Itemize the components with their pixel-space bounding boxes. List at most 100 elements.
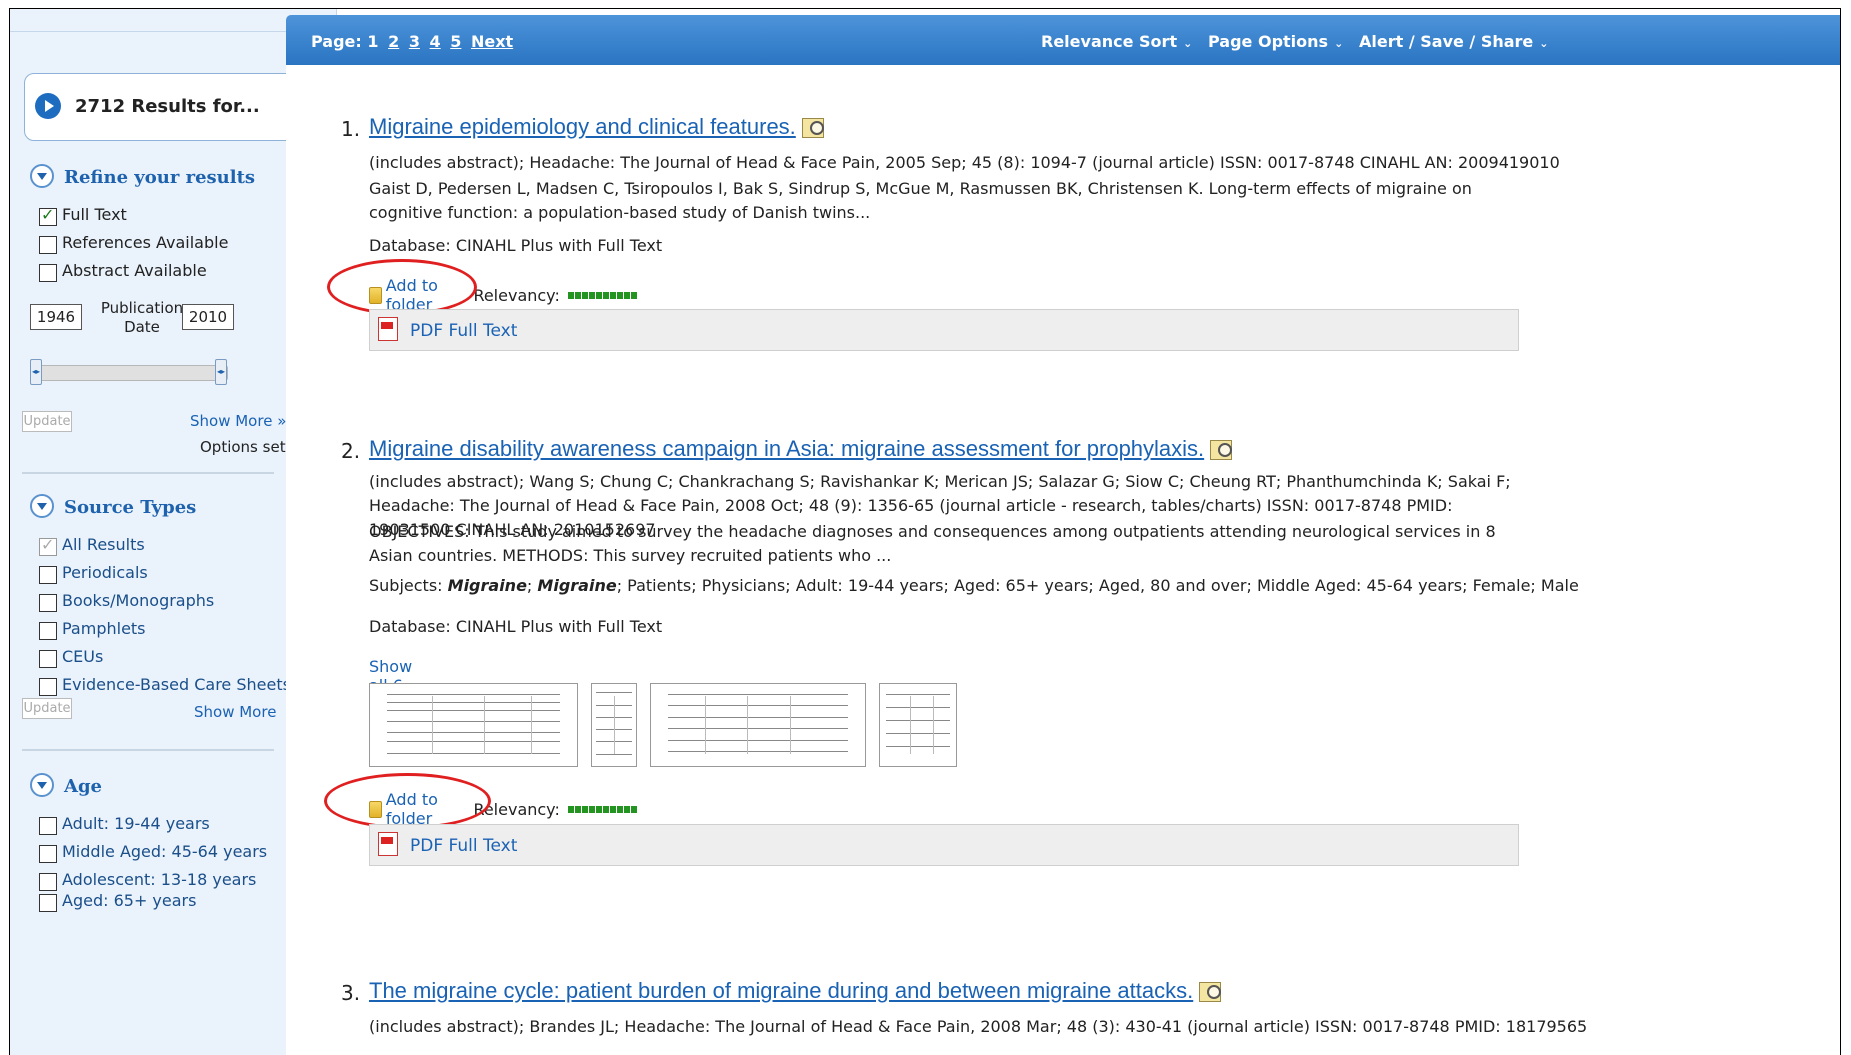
app-frame: « 2712 Results for... Refine your result… <box>9 8 1841 1055</box>
source-periodicals[interactable]: Periodicals <box>39 563 148 584</box>
abstract-label: Abstract Available <box>62 261 207 280</box>
pdf-full-text-bar[interactable]: PDF Full Text <box>369 309 1519 351</box>
refine-heading-label: Refine your results <box>64 167 256 188</box>
age-middle-aged[interactable]: Middle Aged: 45-64 years <box>39 842 267 863</box>
filter-full-text[interactable]: Full Text <box>39 205 127 226</box>
ceus-checkbox[interactable] <box>39 649 57 668</box>
subject-major-1[interactable]: Migraine <box>448 576 527 595</box>
periodicals-checkbox[interactable] <box>39 565 57 584</box>
result-title-link[interactable]: The migraine cycle: patient burden of mi… <box>369 978 1193 1003</box>
page-2-link[interactable]: 2 <box>388 32 399 51</box>
alert-save-share-label: Alert / Save / Share <box>1359 32 1534 51</box>
age-heading[interactable]: Age <box>30 773 102 799</box>
image-thumbnail[interactable] <box>591 683 637 767</box>
sidebar-divider <box>22 749 274 751</box>
age-adult[interactable]: Adult: 19-44 years <box>39 814 210 835</box>
references-label: References Available <box>62 233 229 252</box>
update-button-source[interactable]: Update <box>22 698 72 719</box>
filter-abstract-available[interactable]: Abstract Available <box>39 261 207 282</box>
source-types-heading[interactable]: Source Types <box>30 494 197 520</box>
show-more-options[interactable]: Show More » <box>190 412 286 430</box>
relevancy-label: Relevancy: <box>473 285 560 305</box>
results-count-box[interactable]: 2712 Results for... <box>24 73 320 141</box>
chevron-down-icon <box>30 494 54 518</box>
sidebar-divider <box>22 472 274 474</box>
result-title-row: Migraine disability awareness campaign i… <box>369 436 1233 462</box>
filter-references-available[interactable]: References Available <box>39 233 229 254</box>
highlight-oval <box>327 259 477 315</box>
books-checkbox[interactable] <box>39 593 57 612</box>
middle-aged-checkbox[interactable] <box>39 844 57 863</box>
result-title-row: The migraine cycle: patient burden of mi… <box>369 978 1222 1004</box>
result-abstract: Gaist D, Pedersen L, Madsen C, Tsiropoul… <box>369 179 1472 222</box>
result-meta: (includes abstract); Brandes JL; Headach… <box>369 1017 1588 1036</box>
pagination: Page: 1 2 3 4 5 Next <box>311 32 513 51</box>
pdf-full-text-bar[interactable]: PDF Full Text <box>369 824 1519 866</box>
result-database: Database: CINAHL Plus with Full Text <box>369 617 663 636</box>
result-title-link[interactable]: Migraine disability awareness campaign i… <box>369 436 1204 461</box>
results-count: 2712 Results for... <box>75 96 260 117</box>
source-books[interactable]: Books/Monographs <box>39 591 214 612</box>
show-more-source-types[interactable]: Show More <box>194 703 276 721</box>
relevance-sort-menu[interactable]: Relevance Sort ⌄ <box>1041 32 1192 51</box>
page-label: Page: <box>311 32 362 51</box>
aged-checkbox[interactable] <box>39 893 57 912</box>
options-set-label: Options set <box>200 438 286 456</box>
alert-save-share-menu[interactable]: Alert / Save / Share ⌄ <box>1359 32 1549 51</box>
image-thumbnail[interactable] <box>650 683 866 767</box>
slider-handle-right[interactable]: ◂▸ <box>215 359 227 385</box>
chevron-down-icon: ⌄ <box>1334 37 1344 50</box>
image-thumbnail[interactable] <box>879 683 957 767</box>
page-options-menu[interactable]: Page Options ⌄ <box>1208 32 1343 51</box>
result-subjects: Subjects: Migraine; Migraine; Patients; … <box>369 576 1579 595</box>
adult-label: Adult: 19-44 years <box>62 814 210 833</box>
image-thumbnail[interactable] <box>369 683 578 767</box>
pub-date-slider[interactable] <box>34 365 228 381</box>
relevance-sort-label: Relevance Sort <box>1041 32 1178 51</box>
age-aged[interactable]: Aged: 65+ years <box>39 891 196 912</box>
pdf-icon <box>378 832 398 856</box>
chevron-down-icon: ⌄ <box>1539 37 1549 50</box>
subject-major-2[interactable]: Migraine <box>537 576 616 595</box>
all-results-checkbox[interactable] <box>39 535 57 556</box>
preview-icon[interactable] <box>1210 440 1233 461</box>
source-pamphlets[interactable]: Pamphlets <box>39 619 146 640</box>
adult-checkbox[interactable] <box>39 816 57 835</box>
refine-heading[interactable]: Refine your results <box>30 164 256 190</box>
page-4-link[interactable]: 4 <box>430 32 441 51</box>
page-5-link[interactable]: 5 <box>450 32 461 51</box>
pub-date-to-input[interactable]: 2010 <box>182 304 234 330</box>
pdf-full-text-link[interactable]: PDF Full Text <box>410 321 517 341</box>
references-checkbox[interactable] <box>39 235 57 254</box>
result-number: 3. <box>341 981 361 1005</box>
results-list: 1. Migraine epidemiology and clinical fe… <box>286 65 1840 1055</box>
adolescent-label: Adolescent: 13-18 years <box>62 870 257 889</box>
evidence-based-checkbox[interactable] <box>39 677 57 696</box>
preview-icon[interactable] <box>801 118 824 139</box>
abstract-checkbox[interactable] <box>39 263 57 282</box>
result-abstract: OBJECTIVES: This study aimed to survey t… <box>369 522 1496 565</box>
result-number: 1. <box>341 117 361 141</box>
source-evidence-based[interactable]: Evidence-Based Care Sheets <box>39 675 291 696</box>
pub-date-from-input[interactable]: 1946 <box>30 304 82 330</box>
adolescent-checkbox[interactable] <box>39 872 57 891</box>
preview-icon[interactable] <box>1199 982 1222 1003</box>
periodicals-label: Periodicals <box>62 563 148 582</box>
full-text-checkbox[interactable] <box>39 205 57 226</box>
result-title-row: Migraine epidemiology and clinical featu… <box>369 114 824 140</box>
source-types-heading-label: Source Types <box>64 497 197 518</box>
next-page-link[interactable]: Next <box>471 32 513 51</box>
page-3-link[interactable]: 3 <box>409 32 420 51</box>
update-button-date[interactable]: Update <box>22 411 72 432</box>
ceus-label: CEUs <box>62 647 104 666</box>
chevron-down-icon: ⌄ <box>1183 37 1193 50</box>
pdf-full-text-link[interactable]: PDF Full Text <box>410 836 517 856</box>
result-title-link[interactable]: Migraine epidemiology and clinical featu… <box>369 114 796 139</box>
pamphlets-checkbox[interactable] <box>39 621 57 640</box>
source-ceus[interactable]: CEUs <box>39 647 104 668</box>
relevancy-meter <box>567 805 637 813</box>
chevron-down-icon <box>30 164 54 188</box>
source-all-results[interactable]: All Results <box>39 535 145 556</box>
slider-handle-left[interactable]: ◂▸ <box>30 359 42 385</box>
age-adolescent[interactable]: Adolescent: 13-18 years <box>39 870 257 891</box>
